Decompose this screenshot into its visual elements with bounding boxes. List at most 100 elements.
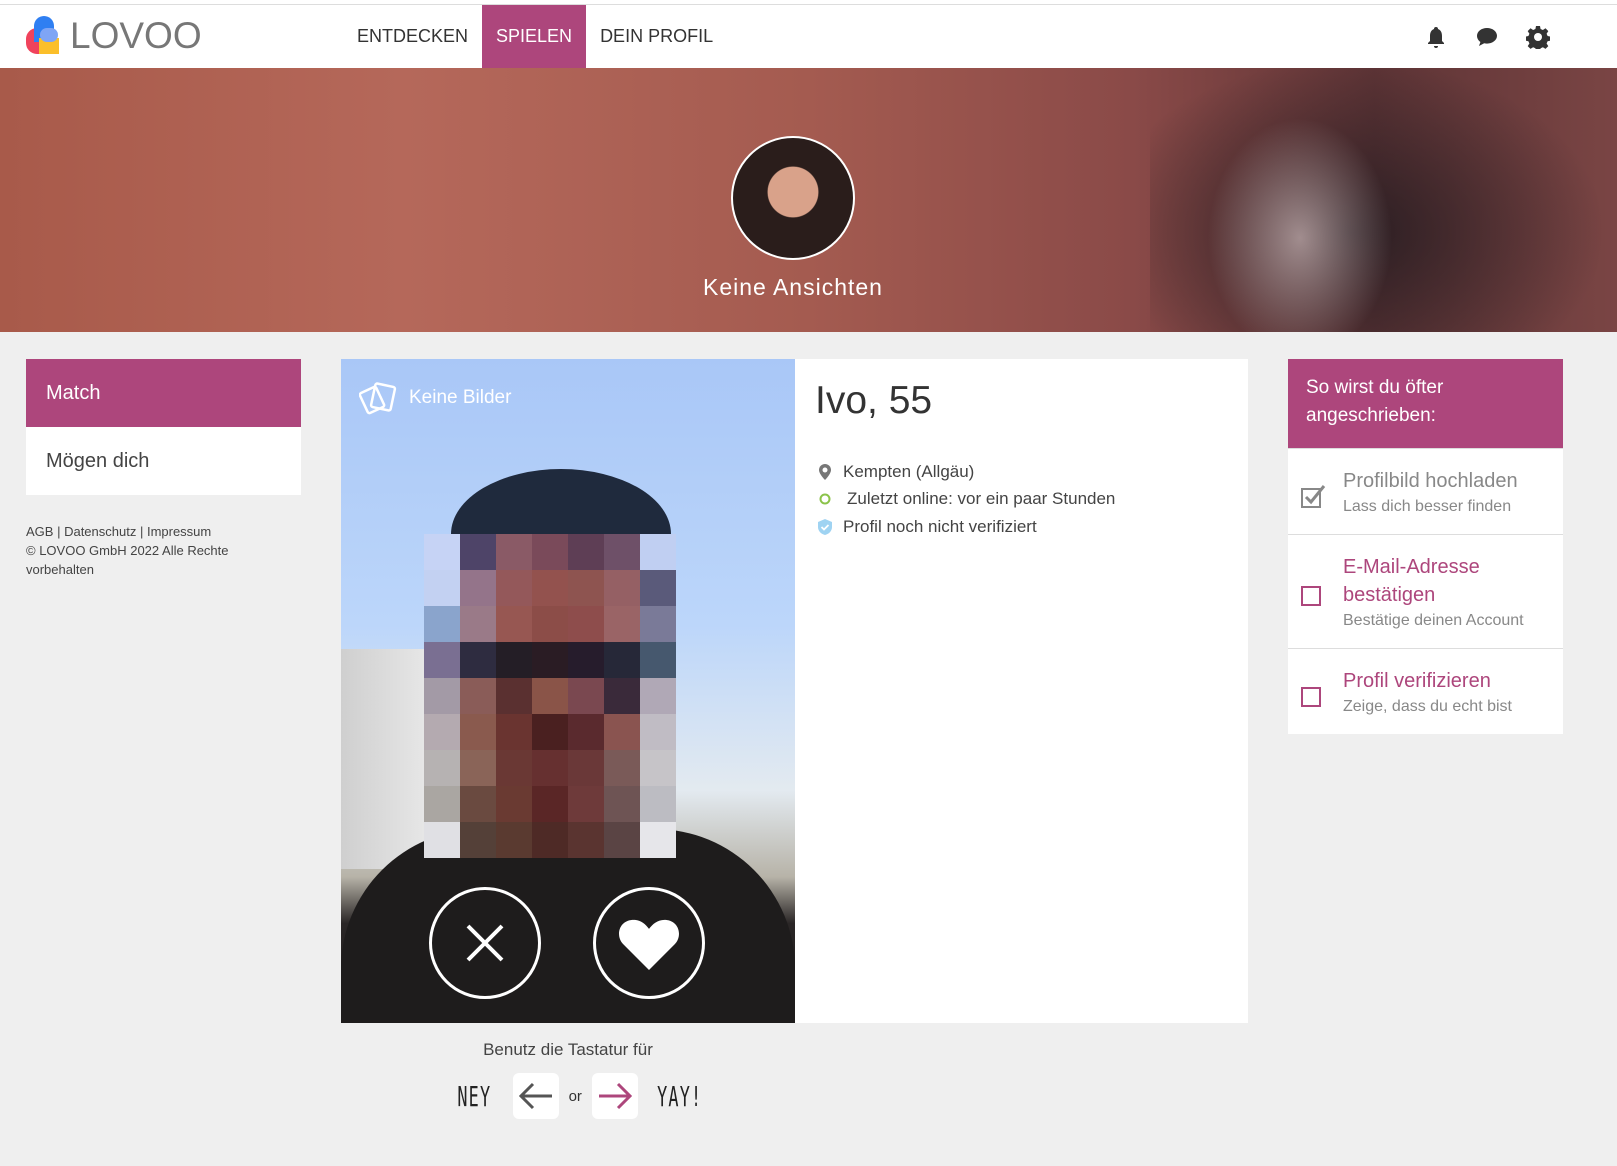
logo-icon	[26, 16, 66, 56]
nav-entdecken[interactable]: ENTDECKEN	[343, 5, 482, 68]
own-avatar[interactable]	[731, 136, 855, 260]
lovoo-logo[interactable]: LOVOO	[26, 15, 202, 57]
like-button[interactable]	[593, 887, 705, 999]
tip-title: E-Mail-Adresse bestätigen	[1343, 556, 1480, 606]
tip-verify-profile[interactable]: Profil verifizieren Zeige, dass du echt …	[1288, 648, 1563, 734]
bell-icon[interactable]	[1424, 25, 1448, 49]
tip-subtitle: Lass dich besser finden	[1343, 498, 1512, 515]
pixel-block	[640, 642, 676, 678]
pixel-block	[604, 714, 640, 750]
pixel-block	[568, 534, 604, 570]
left-arrow-key[interactable]	[512, 1073, 559, 1119]
pixel-block	[460, 534, 496, 570]
pixel-block	[640, 714, 676, 750]
link-datenschutz[interactable]: Datenschutz	[64, 524, 136, 539]
last-online-text: Zuletzt online: vor ein paar Stunden	[847, 489, 1116, 508]
tip-upload-photo[interactable]: Profilbild hochladen Lass dich besser fi…	[1288, 448, 1563, 534]
dislike-button[interactable]	[429, 887, 541, 999]
profile-banner: Keine Ansichten	[0, 68, 1617, 332]
pixelated-face	[424, 534, 676, 858]
pixel-block	[640, 534, 676, 570]
pixel-block	[568, 570, 604, 606]
right-arrow-key[interactable]	[591, 1073, 638, 1119]
pixel-block	[568, 750, 604, 786]
pixel-block	[496, 786, 532, 822]
photos-icon	[359, 382, 397, 415]
keyboard-shortcuts: NEY or YAY!	[446, 1073, 717, 1119]
separator: |	[53, 524, 65, 539]
tip-title: Profil verifizieren	[1343, 670, 1491, 692]
link-agb[interactable]: AGB	[26, 524, 53, 539]
pixel-block	[496, 678, 532, 714]
tip-subtitle: Zeige, dass du echt bist	[1343, 698, 1512, 715]
menu-item-match[interactable]: Match	[26, 359, 301, 427]
pixel-block	[604, 678, 640, 714]
pixel-block	[496, 642, 532, 678]
location-pin-icon	[819, 464, 831, 480]
separator: |	[136, 524, 147, 539]
verification-text: Profil noch nicht verifiziert	[843, 517, 1037, 536]
pixel-block	[460, 606, 496, 642]
pixel-block	[532, 678, 568, 714]
pixel-block	[532, 786, 568, 822]
tip-subtitle: Bestätige deinen Account	[1343, 612, 1524, 629]
menu-item-moegen-dich[interactable]: Mögen dich	[26, 427, 301, 495]
location-text: Kempten (Allgäu)	[843, 462, 975, 481]
close-icon	[466, 924, 504, 962]
pixel-block	[424, 714, 460, 750]
tip-confirm-email[interactable]: E-Mail-Adresse bestätigen Bestätige dein…	[1288, 534, 1563, 648]
logo-text: LOVOO	[70, 15, 202, 56]
checkbox-icon	[1301, 586, 1321, 606]
pixel-block	[640, 750, 676, 786]
pixel-block	[532, 822, 568, 858]
no-pictures-indicator: Keine Bilder	[359, 381, 511, 415]
link-impressum[interactable]: Impressum	[147, 524, 211, 539]
yay-label: YAY!	[657, 1079, 703, 1113]
pixel-block	[604, 750, 640, 786]
pixel-block	[496, 750, 532, 786]
pixel-block	[532, 642, 568, 678]
pixel-block	[604, 606, 640, 642]
shield-icon	[818, 519, 832, 535]
pixel-block	[460, 822, 496, 858]
pixel-block	[640, 822, 676, 858]
nav-spielen[interactable]: SPIELEN	[482, 5, 587, 68]
pixel-block	[568, 714, 604, 750]
pixel-block	[424, 570, 460, 606]
pixel-block	[424, 534, 460, 570]
pixel-block	[532, 570, 568, 606]
pixel-block	[460, 678, 496, 714]
main-nav: ENTDECKEN SPIELEN DEIN PROFIL	[343, 5, 727, 68]
footer: AGB | Datenschutz | Impressum © LOVOO Gm…	[26, 522, 276, 579]
verification-row: Profil noch nicht verifiziert	[817, 517, 1037, 537]
checkbox-icon	[1301, 687, 1321, 707]
online-row: Zuletzt online: vor ein paar Stunden	[817, 489, 1115, 509]
gear-icon[interactable]	[1526, 25, 1550, 49]
location-row: Kempten (Allgäu)	[817, 462, 974, 482]
pixel-block	[496, 606, 532, 642]
ney-label: NEY	[457, 1079, 492, 1113]
pixel-block	[424, 822, 460, 858]
pixel-block	[496, 570, 532, 606]
pixel-block	[604, 642, 640, 678]
views-label: Keine Ansichten	[703, 274, 883, 300]
top-bar: LOVOO ENTDECKEN SPIELEN DEIN PROFIL	[0, 5, 1617, 68]
pixel-block	[640, 678, 676, 714]
profile-info: Ivo, 55 Kempten (Allgäu) Zuletzt online:…	[795, 359, 1248, 1023]
game-menu: Match Mögen dich	[26, 359, 301, 495]
pixel-block	[460, 714, 496, 750]
name-age: Ivo, 55	[815, 379, 933, 422]
tip-title: Profilbild hochladen	[1343, 470, 1518, 492]
no-pictures-label: Keine Bilder	[409, 387, 512, 408]
pixel-block	[460, 786, 496, 822]
chat-icon[interactable]	[1475, 25, 1499, 49]
pixel-block	[460, 750, 496, 786]
heart-icon	[619, 919, 679, 970]
pixel-block	[568, 606, 604, 642]
nav-dein-profil[interactable]: DEIN PROFIL	[586, 5, 727, 68]
pixel-block	[496, 534, 532, 570]
pixel-block	[424, 786, 460, 822]
tips-panel: So wirst du öfter angeschrieben: Profilb…	[1288, 359, 1563, 734]
keyboard-hint: Benutz die Tastatur für	[483, 1040, 653, 1059]
arrow-right-icon	[598, 1082, 633, 1110]
